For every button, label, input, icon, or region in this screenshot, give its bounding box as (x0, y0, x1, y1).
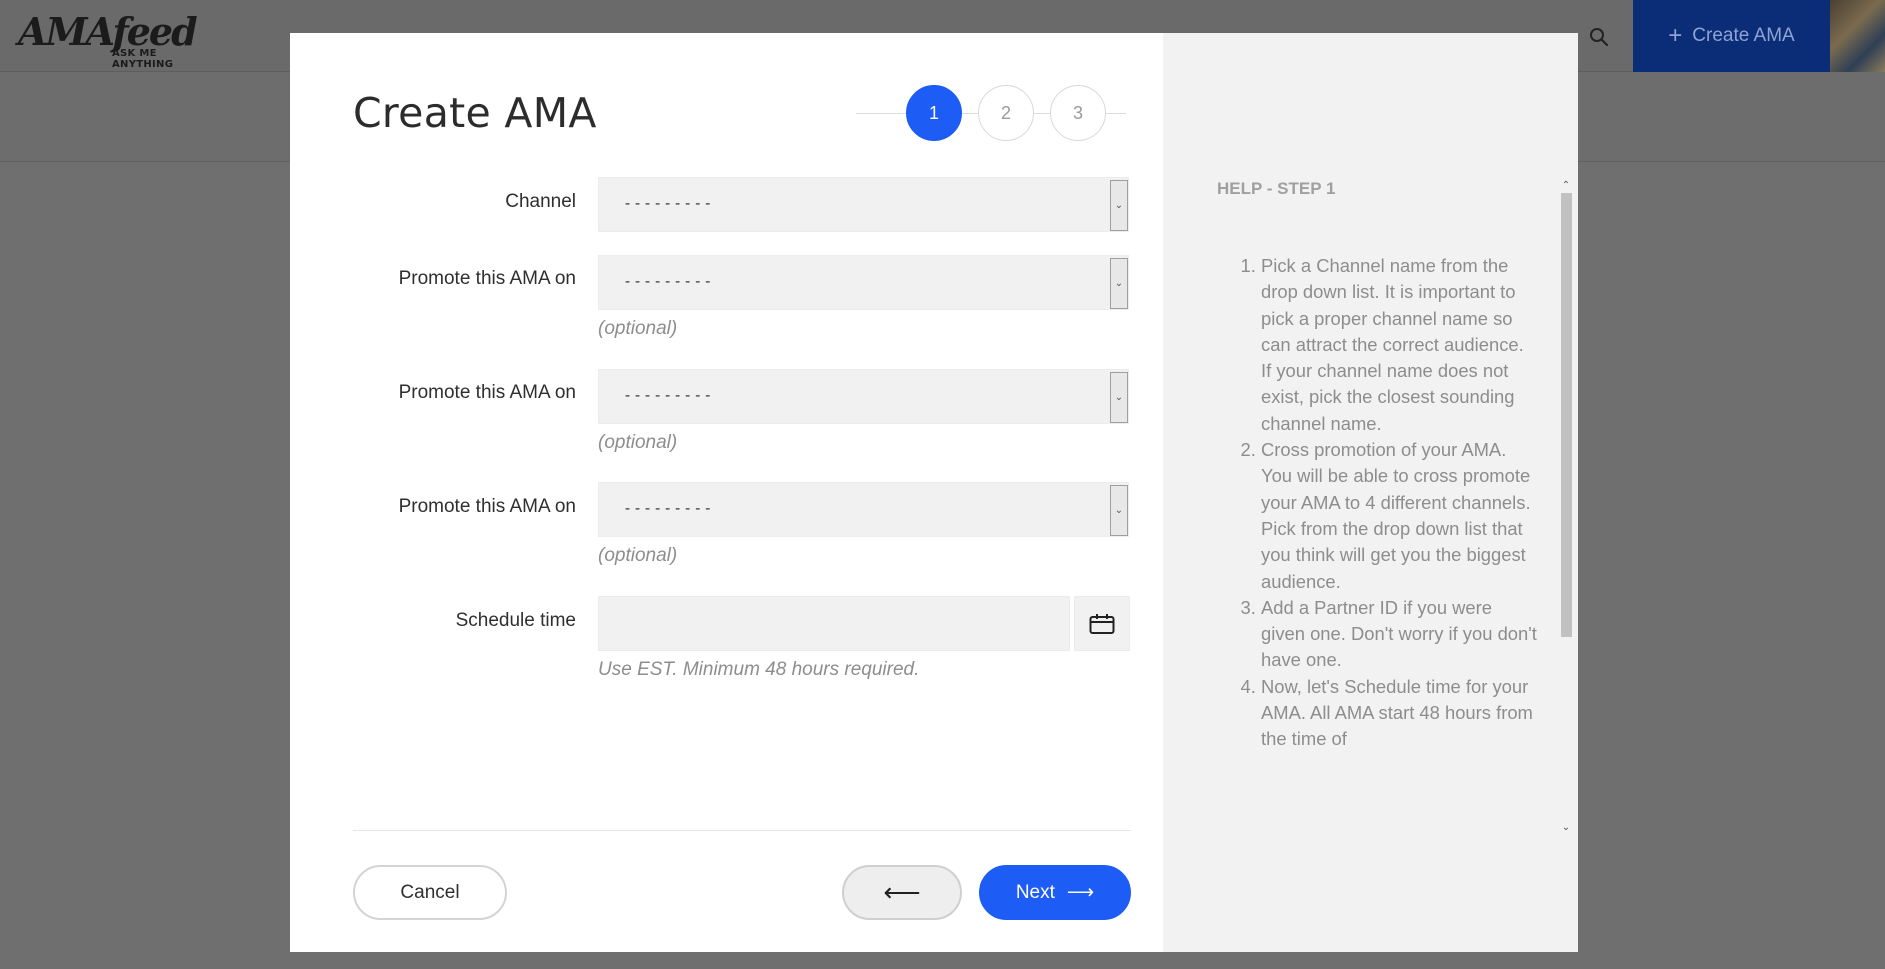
help-step-item: Cross promotion of your AMA. You will be… (1261, 437, 1539, 595)
schedule-label-wrap: Schedule time (330, 610, 576, 640)
promote-1-label: Promote this AMA on (398, 268, 576, 289)
help-panel: HELP - STEP 1 Pick a Channel name from t… (1163, 33, 1578, 952)
arrow-right-icon: ⟶ (1066, 882, 1095, 903)
amafeed-logo[interactable]: AMAfeed ASK ME ANYTHING (18, 9, 218, 71)
channel-label-wrap: Channel (330, 191, 576, 221)
promote-1-label-wrap: Promote this AMA on (330, 268, 576, 298)
promote-3-label: Promote this AMA on (398, 496, 576, 517)
promote-3-hint: (optional) (598, 545, 678, 566)
schedule-time-label: Schedule time (455, 610, 576, 631)
create-ama-modal: Create AMA 1 2 3 Channel --------- ⌄ Pro… (290, 33, 1578, 952)
promote-1-select[interactable]: --------- ⌄ (598, 255, 1129, 310)
calendar-button[interactable] (1074, 596, 1130, 651)
user-avatar[interactable] (1830, 0, 1885, 72)
promote-2-label: Promote this AMA on (398, 382, 576, 403)
scrollbar-thumb[interactable] (1561, 193, 1572, 637)
logo-tagline: ASK ME ANYTHING (112, 48, 174, 70)
create-ama-form-panel: Create AMA 1 2 3 Channel --------- ⌄ Pro… (290, 33, 1163, 952)
channel-select-value: --------- (623, 194, 714, 212)
scroll-up-icon[interactable]: ⌃ (1559, 179, 1573, 193)
help-step-item: Pick a Channel name from the drop down l… (1261, 253, 1539, 437)
promote-2-label-wrap: Promote this AMA on (330, 382, 576, 412)
promote-2-hint: (optional) (598, 432, 678, 453)
cancel-button[interactable]: Cancel (353, 865, 507, 920)
promote-2-select[interactable]: --------- ⌄ (598, 369, 1129, 424)
promote-3-select[interactable]: --------- ⌄ (598, 482, 1129, 537)
search-icon[interactable] (1588, 26, 1610, 48)
back-button[interactable]: ⟵ (842, 865, 962, 920)
promote-2-select-value: --------- (623, 386, 714, 404)
promote-1-select-value: --------- (623, 272, 714, 290)
channel-label: Channel (505, 191, 576, 212)
help-body[interactable]: Pick a Channel name from the drop down l… (1217, 253, 1539, 865)
help-title: HELP - STEP 1 (1217, 179, 1336, 198)
help-steps-list: Pick a Channel name from the drop down l… (1217, 253, 1539, 753)
chevron-down-icon: ⌄ (1110, 180, 1128, 231)
chevron-down-icon: ⌄ (1110, 372, 1128, 423)
wizard-stepper: 1 2 3 (856, 85, 1126, 141)
modal-title: Create AMA (353, 89, 597, 137)
help-scrollbar[interactable]: ⌃ ⌄ (1559, 179, 1573, 835)
cancel-button-label: Cancel (400, 881, 460, 903)
scroll-down-icon[interactable]: ⌄ (1559, 821, 1573, 835)
footer-divider (353, 830, 1131, 831)
step-3[interactable]: 3 (1050, 85, 1106, 141)
arrow-left-icon: ⟵ (883, 877, 921, 907)
logo-wordmark: AMAfeed (18, 9, 198, 54)
promote-1-hint: (optional) (598, 318, 678, 339)
promote-3-select-value: --------- (623, 499, 714, 517)
create-ama-nav-label: Create AMA (1692, 25, 1795, 46)
promote-3-label-wrap: Promote this AMA on (330, 496, 576, 526)
create-ama-nav-button[interactable]: + Create AMA (1633, 0, 1830, 72)
schedule-time-hint: Use EST. Minimum 48 hours required. (598, 659, 920, 680)
plus-icon: + (1668, 22, 1683, 49)
next-button[interactable]: Next ⟶ (979, 865, 1131, 920)
channel-select[interactable]: --------- ⌄ (598, 177, 1129, 232)
help-step-item: Add a Partner ID if you were given one. … (1261, 595, 1539, 674)
help-step-item: Now, let's Schedule time for your AMA. A… (1261, 674, 1539, 753)
step-1[interactable]: 1 (906, 85, 962, 141)
schedule-time-input[interactable] (598, 596, 1070, 651)
next-button-label: Next (1015, 881, 1055, 903)
calendar-icon (1089, 613, 1115, 634)
chevron-down-icon: ⌄ (1110, 258, 1128, 309)
chevron-down-icon: ⌄ (1110, 485, 1128, 536)
step-2[interactable]: 2 (978, 85, 1034, 141)
